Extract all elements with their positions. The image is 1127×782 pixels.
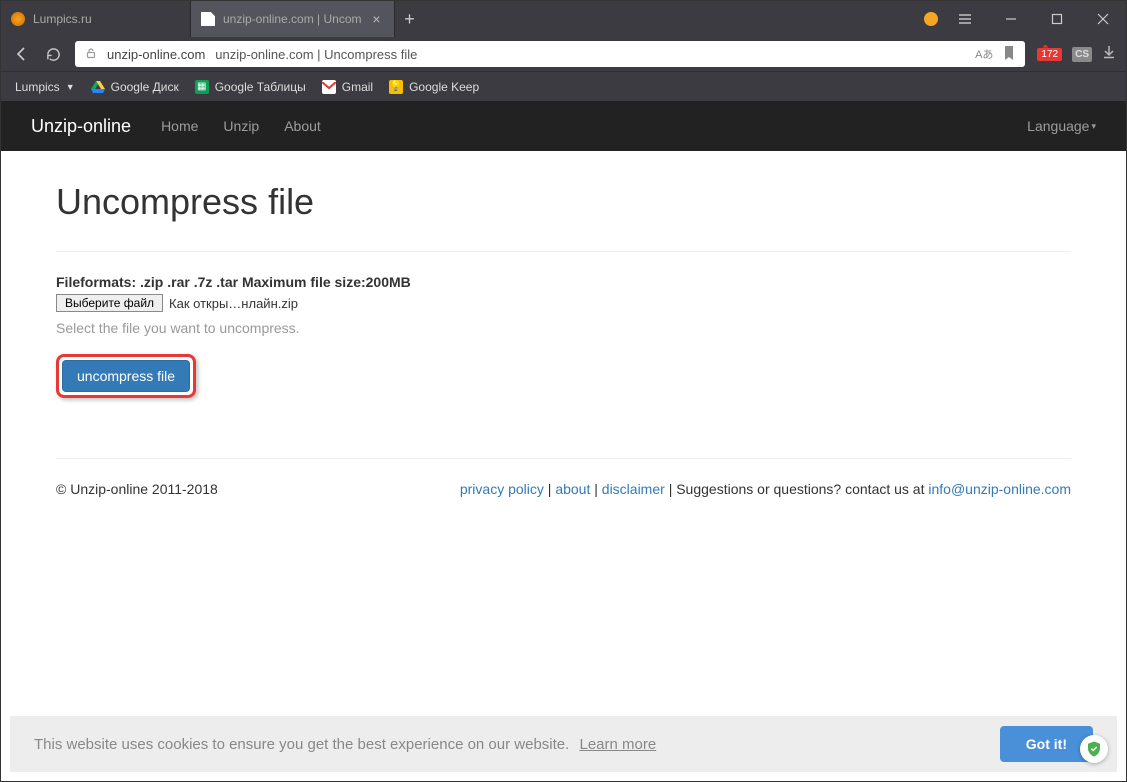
cookie-message: This website uses cookies to ensure you … xyxy=(34,736,569,753)
highlight-annotation: uncompress file xyxy=(56,354,196,398)
bookmark-label: Google Диск xyxy=(111,80,179,94)
nav-unzip[interactable]: Unzip xyxy=(223,118,259,134)
help-text: Select the file you want to uncompress. xyxy=(56,320,1071,336)
window-titlebar: Lumpics.ru unzip-online.com | Uncom × + xyxy=(1,1,1126,37)
gmail-icon xyxy=(322,80,336,94)
uncompress-button[interactable]: uncompress file xyxy=(62,360,190,392)
url-domain: unzip-online.com xyxy=(107,47,205,62)
divider xyxy=(56,251,1071,252)
url-bar: unzip-online.com unzip-online.com | Unco… xyxy=(1,37,1126,71)
title-extension-icon[interactable] xyxy=(924,1,942,37)
bookmark-label: Lumpics xyxy=(15,80,60,94)
nav-about[interactable]: About xyxy=(284,118,321,134)
bookmark-label: Google Таблицы xyxy=(215,80,306,94)
badge-count: 172 xyxy=(1041,49,1058,60)
language-dropdown[interactable]: Language▾ xyxy=(1027,118,1096,134)
site-brand[interactable]: Unzip-online xyxy=(31,116,131,137)
privacy-link[interactable]: privacy policy xyxy=(460,481,544,497)
formats-text: Fileformats: .zip .rar .7z .tar Maximum … xyxy=(56,274,1071,290)
language-label: Language xyxy=(1027,118,1089,134)
cookie-banner: This website uses cookies to ensure you … xyxy=(10,716,1117,772)
back-button[interactable] xyxy=(11,46,31,62)
bookmark-label: Gmail xyxy=(342,80,373,94)
bookmark-gsheets[interactable]: ▦ Google Таблицы xyxy=(195,80,306,94)
bookmark-gmail[interactable]: Gmail xyxy=(322,80,373,94)
email-link[interactable]: info@unzip-online.com xyxy=(928,481,1071,497)
file-icon xyxy=(201,12,215,26)
minimize-button[interactable] xyxy=(988,1,1034,37)
nav-home[interactable]: Home xyxy=(161,118,198,134)
chevron-down-icon: ▼ xyxy=(66,82,75,92)
close-tab-icon[interactable]: × xyxy=(370,11,384,27)
tab-title: Lumpics.ru xyxy=(33,12,180,26)
bookmark-keep[interactable]: 💡 Google Keep xyxy=(389,80,479,94)
choose-file-button[interactable]: Выберите файл xyxy=(56,294,163,312)
menu-button[interactable] xyxy=(942,1,988,37)
bookmark-label: Google Keep xyxy=(409,80,479,94)
bookmark-icon[interactable] xyxy=(1003,46,1015,63)
caret-down-icon: ▾ xyxy=(1091,121,1096,132)
page-heading: Uncompress file xyxy=(56,181,1071,223)
security-badge-icon[interactable] xyxy=(1080,735,1108,763)
url-page-title: unzip-online.com | Uncompress file xyxy=(215,47,417,62)
learn-more-link[interactable]: Learn more xyxy=(579,736,656,753)
maximize-button[interactable] xyxy=(1034,1,1080,37)
downloads-icon[interactable] xyxy=(1102,45,1116,64)
extension-cs[interactable]: CS xyxy=(1072,47,1092,62)
cookie-accept-button[interactable]: Got it! xyxy=(1000,726,1093,762)
favicon-icon xyxy=(11,12,25,26)
browser-tab-lumpics[interactable]: Lumpics.ru xyxy=(1,1,191,37)
address-field[interactable]: unzip-online.com unzip-online.com | Unco… xyxy=(75,41,1025,67)
site-navbar: Unzip-online Home Unzip About Language▾ xyxy=(1,101,1126,151)
disclaimer-link[interactable]: disclaimer xyxy=(602,481,665,497)
copyright-text: © Unzip-online 2011-2018 xyxy=(56,481,218,497)
chosen-filename: Как откры…нлайн.zip xyxy=(169,296,298,311)
new-tab-button[interactable]: + xyxy=(395,1,425,37)
sheets-icon: ▦ xyxy=(195,80,209,94)
page-content: Uncompress file Fileformats: .zip .rar .… xyxy=(1,151,1126,497)
bookmarks-bar: Lumpics ▼ Google Диск ▦ Google Таблицы Gma… xyxy=(1,71,1126,101)
suggestions-text: | Suggestions or questions? contact us a… xyxy=(669,481,929,497)
reload-button[interactable] xyxy=(43,47,63,62)
footer: © Unzip-online 2011-2018 privacy policy … xyxy=(56,481,1071,497)
drive-icon xyxy=(91,80,105,94)
keep-icon: 💡 xyxy=(389,80,403,94)
about-link[interactable]: about xyxy=(555,481,590,497)
separator: | xyxy=(594,481,602,497)
close-window-button[interactable] xyxy=(1080,1,1126,37)
extension-badge[interactable]: 172 xyxy=(1037,48,1062,61)
browser-tab-unzip[interactable]: unzip-online.com | Uncom × xyxy=(191,1,395,37)
translate-icon[interactable]: Aあ xyxy=(975,46,993,62)
lock-icon xyxy=(85,47,97,62)
tab-title: unzip-online.com | Uncom xyxy=(223,12,362,26)
bookmark-gdrive[interactable]: Google Диск xyxy=(91,80,179,94)
divider xyxy=(56,458,1071,459)
bookmark-lumpics[interactable]: Lumpics ▼ xyxy=(15,80,75,94)
